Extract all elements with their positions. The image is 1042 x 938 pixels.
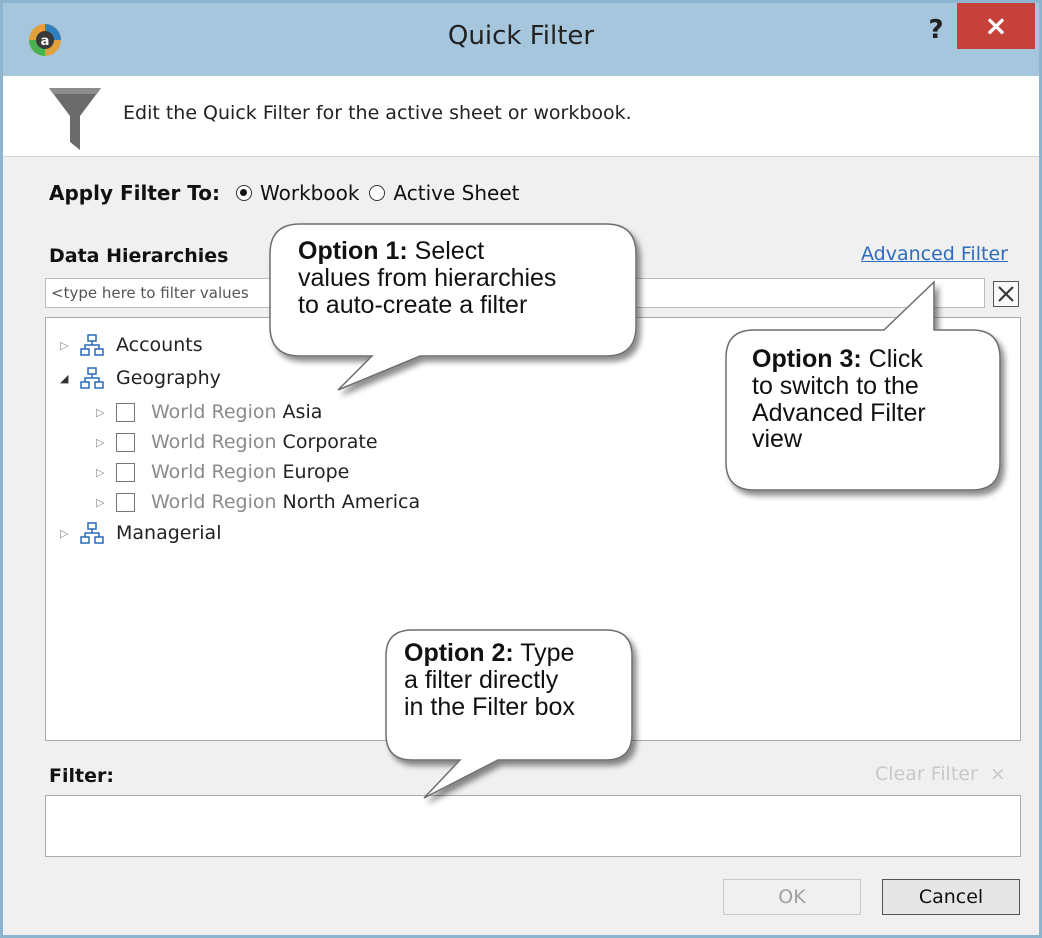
callout-2-line: a filter directly xyxy=(404,665,559,694)
tree-item-label: Accounts xyxy=(116,334,203,356)
callout-1-line: Select xyxy=(414,237,485,265)
callout-3-line: to switch to the xyxy=(752,371,919,400)
expand-arrow-icon[interactable]: ▷ xyxy=(60,527,74,540)
hierarchy-icon xyxy=(80,334,104,356)
advanced-filter-link[interactable]: Advanced Filter xyxy=(861,243,1008,265)
member-name: North America xyxy=(282,491,421,513)
workbook-radio-label[interactable]: Workbook xyxy=(260,181,359,205)
hierarchy-icon xyxy=(80,522,104,544)
member-level: World Region xyxy=(151,431,277,453)
callout-3-line: view xyxy=(752,425,803,454)
expand-arrow-icon[interactable]: ▷ xyxy=(60,339,74,352)
ok-button[interactable]: OK xyxy=(723,879,861,915)
active-sheet-radio[interactable] xyxy=(369,185,386,201)
tree-item-label: Managerial xyxy=(116,522,222,544)
data-hierarchies-label: Data Hierarchies xyxy=(49,245,229,267)
quick-filter-dialog: a Quick Filter ? × Edit the Quick Filter… xyxy=(0,0,1042,938)
tree-item-geography[interactable]: ◢ Geography xyxy=(60,363,221,393)
tree-member-asia[interactable]: ▷ World Region Asia xyxy=(96,397,322,427)
active-sheet-radio-label[interactable]: Active Sheet xyxy=(393,181,519,205)
collapse-arrow-icon[interactable]: ◢ xyxy=(60,372,74,385)
cancel-button[interactable]: Cancel xyxy=(882,879,1020,915)
tree-member-corporate[interactable]: ▷ World Region Corporate xyxy=(96,427,378,457)
hierarchy-icon xyxy=(80,367,104,389)
tree-member-north-america[interactable]: ▷ World Region North America xyxy=(96,487,420,517)
member-checkbox[interactable] xyxy=(116,492,135,512)
info-banner: Edit the Quick Filter for the active she… xyxy=(3,76,1039,157)
tree-item-managerial[interactable]: ▷ Managerial xyxy=(60,518,221,548)
member-level: World Region xyxy=(151,461,277,483)
callout-3-line: Click xyxy=(868,345,923,373)
expand-arrow-icon[interactable]: ▷ xyxy=(96,436,110,449)
callout-2-title: Option 2: xyxy=(404,639,514,667)
member-level: World Region xyxy=(151,401,277,423)
member-checkbox[interactable] xyxy=(116,402,135,422)
apply-filter-label: Apply Filter To: xyxy=(49,181,221,205)
callout-3-text: Option 3: Click to switch to the Advance… xyxy=(752,346,926,453)
filter-box[interactable] xyxy=(45,795,1021,857)
expand-arrow-icon[interactable]: ▷ xyxy=(96,496,110,509)
callout-2-text: Option 2: Type a filter directly in the … xyxy=(404,640,575,720)
tree-item-accounts[interactable]: ▷ Accounts xyxy=(60,330,203,360)
clear-filter-button[interactable]: Clear Filter × xyxy=(875,763,1006,785)
callout-3-line: Advanced Filter xyxy=(752,398,926,427)
callout-1-line: to auto-create a filter xyxy=(298,290,528,319)
tree-item-label: Geography xyxy=(116,367,221,389)
tree-member-europe[interactable]: ▷ World Region Europe xyxy=(96,457,349,487)
apply-filter-row: Apply Filter To: Workbook Active Sheet xyxy=(49,181,529,205)
callout-1-title: Option 1: xyxy=(298,237,408,265)
close-button[interactable]: × xyxy=(957,3,1035,49)
member-name: Europe xyxy=(282,461,350,483)
clear-search-button[interactable] xyxy=(993,281,1019,307)
expand-arrow-icon[interactable]: ▷ xyxy=(96,466,110,479)
title-bar[interactable]: a Quick Filter ? × xyxy=(3,3,1039,76)
close-icon: × xyxy=(989,763,1006,785)
member-name: Asia xyxy=(282,401,323,423)
callout-2-line: Type xyxy=(520,639,575,667)
close-icon xyxy=(998,286,1014,302)
callout-1-line: values from hierarchies xyxy=(298,263,557,292)
member-level: World Region xyxy=(151,491,277,513)
banner-text: Edit the Quick Filter for the active she… xyxy=(123,102,632,124)
expand-arrow-icon[interactable]: ▷ xyxy=(96,406,110,419)
window-title: Quick Filter xyxy=(447,21,595,51)
workbook-radio[interactable] xyxy=(236,185,253,201)
member-name: Corporate xyxy=(282,431,378,453)
filter-label: Filter: xyxy=(49,765,114,787)
member-checkbox[interactable] xyxy=(116,432,135,452)
filter-input[interactable] xyxy=(46,796,1020,856)
callout-3-title: Option 3: xyxy=(752,345,862,373)
clear-filter-label: Clear Filter xyxy=(875,763,978,785)
member-checkbox[interactable] xyxy=(116,462,135,482)
callout-1-text: Option 1: Select values from hierarchies… xyxy=(298,238,556,318)
help-button[interactable]: ? xyxy=(921,15,951,51)
funnel-icon xyxy=(49,88,101,150)
callout-2-line: in the Filter box xyxy=(404,692,575,721)
